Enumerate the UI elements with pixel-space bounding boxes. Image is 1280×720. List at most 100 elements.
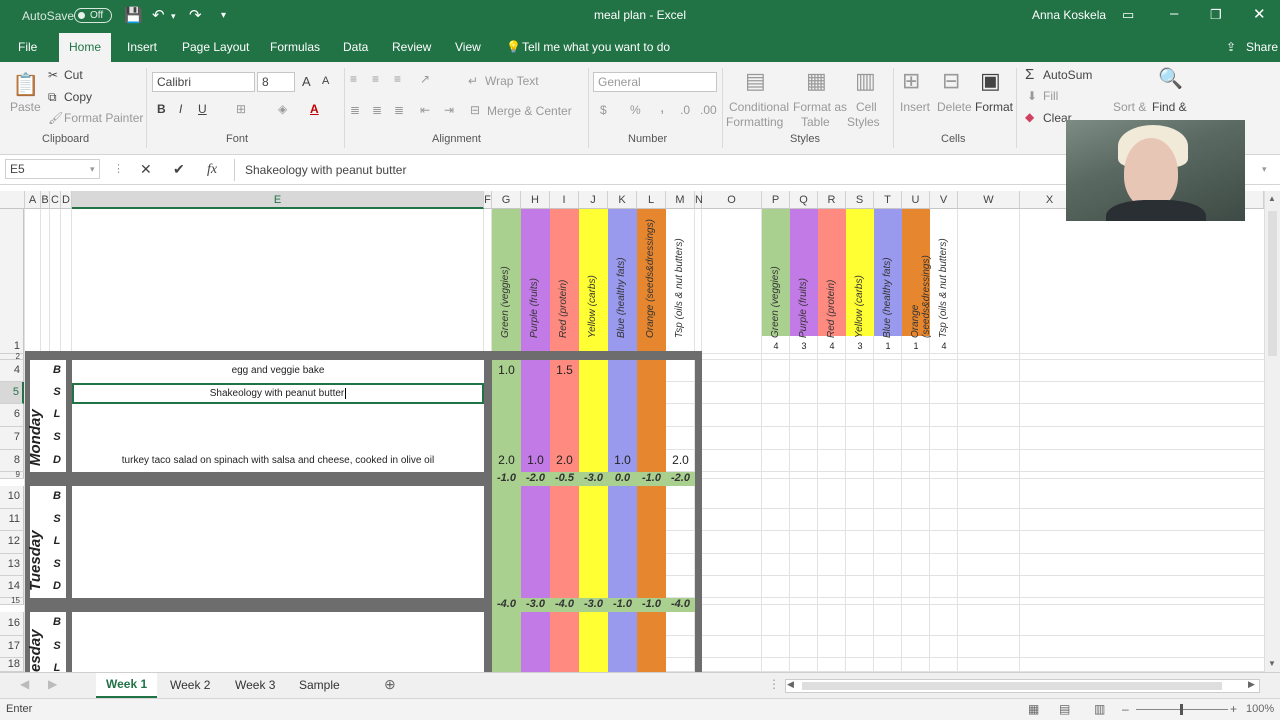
category-header-k[interactable]: Blue (healthy fats) xyxy=(616,213,630,338)
row-header[interactable]: 6 xyxy=(0,404,24,427)
insert-cells-button[interactable]: Insert xyxy=(900,100,930,114)
number-format-select[interactable]: General xyxy=(593,72,717,92)
decrease-indent-icon[interactable]: ⇤ xyxy=(420,103,430,117)
column-header-c[interactable]: C xyxy=(50,191,61,209)
formula-options-icon[interactable]: ⋮ xyxy=(113,162,124,175)
cancel-entry-icon[interactable]: ✕ xyxy=(140,161,152,178)
autosum-button[interactable]: AutoSum xyxy=(1043,68,1092,82)
merge-icon[interactable]: ⊟ xyxy=(470,103,480,117)
format-as-table-icon[interactable]: ▦ xyxy=(806,68,827,94)
conditional-formatting-icon[interactable]: ▤ xyxy=(745,68,766,94)
fill-button[interactable]: Fill xyxy=(1043,89,1058,103)
row-header[interactable]: 12 xyxy=(0,531,24,554)
value-cell-m[interactable]: -4.0 xyxy=(666,598,695,610)
fill-icon[interactable]: ⬇ xyxy=(1027,89,1037,103)
zoom-in-icon[interactable]: + xyxy=(1230,702,1237,716)
autosum-icon[interactable]: Σ xyxy=(1025,66,1034,83)
zoom-slider-thumb[interactable] xyxy=(1180,704,1183,715)
cut-icon[interactable]: ✂ xyxy=(48,68,58,82)
row-header[interactable]: 7 xyxy=(0,427,24,450)
summary-target-s[interactable]: 3 xyxy=(846,341,874,351)
comma-icon[interactable]: , xyxy=(660,99,664,117)
value-cell-g[interactable]: 1.0 xyxy=(492,363,521,377)
row-header[interactable]: 9 xyxy=(0,471,24,479)
column-header-m[interactable]: M xyxy=(666,191,695,209)
tell-me-search[interactable]: Tell me what you want to do xyxy=(522,40,670,54)
format-as-table-label[interactable]: Format as xyxy=(793,100,847,114)
new-sheet-icon[interactable]: ⊕ xyxy=(384,676,396,693)
italic-icon[interactable]: I xyxy=(179,102,182,116)
cell-styles-icon[interactable]: ▥ xyxy=(855,68,876,94)
confirm-entry-icon[interactable]: ✔ xyxy=(173,161,185,178)
increase-decimal-icon[interactable]: .0 xyxy=(680,103,690,117)
summary-target-v[interactable]: 4 xyxy=(930,341,958,351)
borders-icon[interactable]: ⊞ xyxy=(236,102,246,116)
value-cell-j[interactable]: -3.0 xyxy=(579,472,608,484)
value-cell-h[interactable]: -3.0 xyxy=(521,598,550,610)
scroll-up-icon[interactable]: ▲ xyxy=(1268,194,1276,203)
page-break-view-icon[interactable]: ▥ xyxy=(1094,702,1105,716)
column-header-t[interactable]: T xyxy=(874,191,902,209)
format-cells-icon[interactable]: ▣ xyxy=(980,68,1001,94)
column-header-w[interactable]: W xyxy=(958,191,1020,209)
tab-data[interactable]: Data xyxy=(343,40,368,54)
find-select-icon[interactable]: 🔍 xyxy=(1158,66,1183,91)
page-layout-view-icon[interactable]: ▤ xyxy=(1059,702,1070,716)
ribbon-display-icon[interactable]: ▭ xyxy=(1122,7,1134,23)
tab-view[interactable]: View xyxy=(455,40,481,54)
normal-view-icon[interactable]: ▦ xyxy=(1028,702,1039,716)
row-header[interactable]: 10 xyxy=(0,486,24,509)
column-header-o[interactable]: O xyxy=(702,191,762,209)
value-cell-m[interactable]: -2.0 xyxy=(666,472,695,484)
column-header-a[interactable]: A xyxy=(25,191,41,209)
increase-indent-icon[interactable]: ⇥ xyxy=(444,103,454,117)
summary-header-v[interactable]: Tsp (oils & nut butters) xyxy=(938,226,952,338)
vertical-scroll-thumb[interactable] xyxy=(1268,211,1277,356)
summary-target-u[interactable]: 1 xyxy=(902,341,930,351)
column-header-u[interactable]: U xyxy=(902,191,930,209)
horizontal-scrollbar[interactable] xyxy=(785,679,1260,693)
tab-file[interactable]: File xyxy=(18,40,37,54)
cell-styles-label[interactable]: Cell xyxy=(856,100,877,114)
bold-icon[interactable]: B xyxy=(157,102,166,116)
format-cells-button[interactable]: Format xyxy=(975,100,1013,114)
value-cell-h[interactable]: -2.0 xyxy=(521,472,550,484)
align-right-icon[interactable]: ≣ xyxy=(394,103,404,117)
value-cell-i[interactable]: -4.0 xyxy=(550,598,579,610)
user-name[interactable]: Anna Koskela xyxy=(1032,8,1106,22)
column-header-v[interactable]: V xyxy=(930,191,958,209)
merge-center-button[interactable]: Merge & Center xyxy=(487,104,572,118)
column-header-e[interactable]: E xyxy=(72,191,484,209)
value-cell-i[interactable]: 2.0 xyxy=(550,453,579,467)
tab-page-layout[interactable]: Page Layout xyxy=(182,40,249,54)
column-header-n[interactable]: N xyxy=(695,191,703,209)
zoom-level[interactable]: 100% xyxy=(1246,703,1274,715)
sort-filter-button[interactable]: Sort & xyxy=(1113,100,1146,114)
summary-header-s[interactable]: Yellow (carbs) xyxy=(854,226,868,338)
scroll-tabs-left-icon[interactable]: ◀ xyxy=(20,677,29,691)
column-header-p[interactable]: P xyxy=(762,191,790,209)
conditional-formatting-label2[interactable]: Formatting xyxy=(726,115,783,129)
vertical-scrollbar[interactable]: ▲ ▼ xyxy=(1264,191,1280,672)
value-cell-i[interactable]: 1.5 xyxy=(550,363,579,377)
tab-home[interactable]: Home xyxy=(59,33,112,62)
font-color-icon[interactable]: A xyxy=(310,102,319,116)
format-painter-button[interactable]: Format Painter xyxy=(64,111,143,125)
select-all-corner[interactable] xyxy=(0,191,25,209)
minimize-icon[interactable]: – xyxy=(1170,5,1178,22)
row-header[interactable]: 15 xyxy=(0,597,24,605)
wrap-text-icon[interactable]: ↵ xyxy=(468,74,478,88)
currency-icon[interactable]: $ xyxy=(600,103,607,117)
value-cell-j[interactable]: -3.0 xyxy=(579,598,608,610)
row-header[interactable]: 5 xyxy=(0,382,24,404)
summary-target-r[interactable]: 4 xyxy=(818,341,846,351)
cut-button[interactable]: Cut xyxy=(64,68,83,82)
underline-icon[interactable]: U xyxy=(198,102,207,116)
row-header[interactable]: 4 xyxy=(0,360,24,382)
font-name-select[interactable]: Calibri xyxy=(152,72,255,92)
name-box[interactable]: E5 xyxy=(5,159,100,179)
scroll-left-icon[interactable]: ◀ xyxy=(787,679,794,690)
category-header-h[interactable]: Purple (fruits) xyxy=(529,213,543,338)
align-bottom-icon[interactable]: ≡ xyxy=(394,72,401,86)
formula-input[interactable]: Shakeology with peanut butter xyxy=(245,163,406,177)
